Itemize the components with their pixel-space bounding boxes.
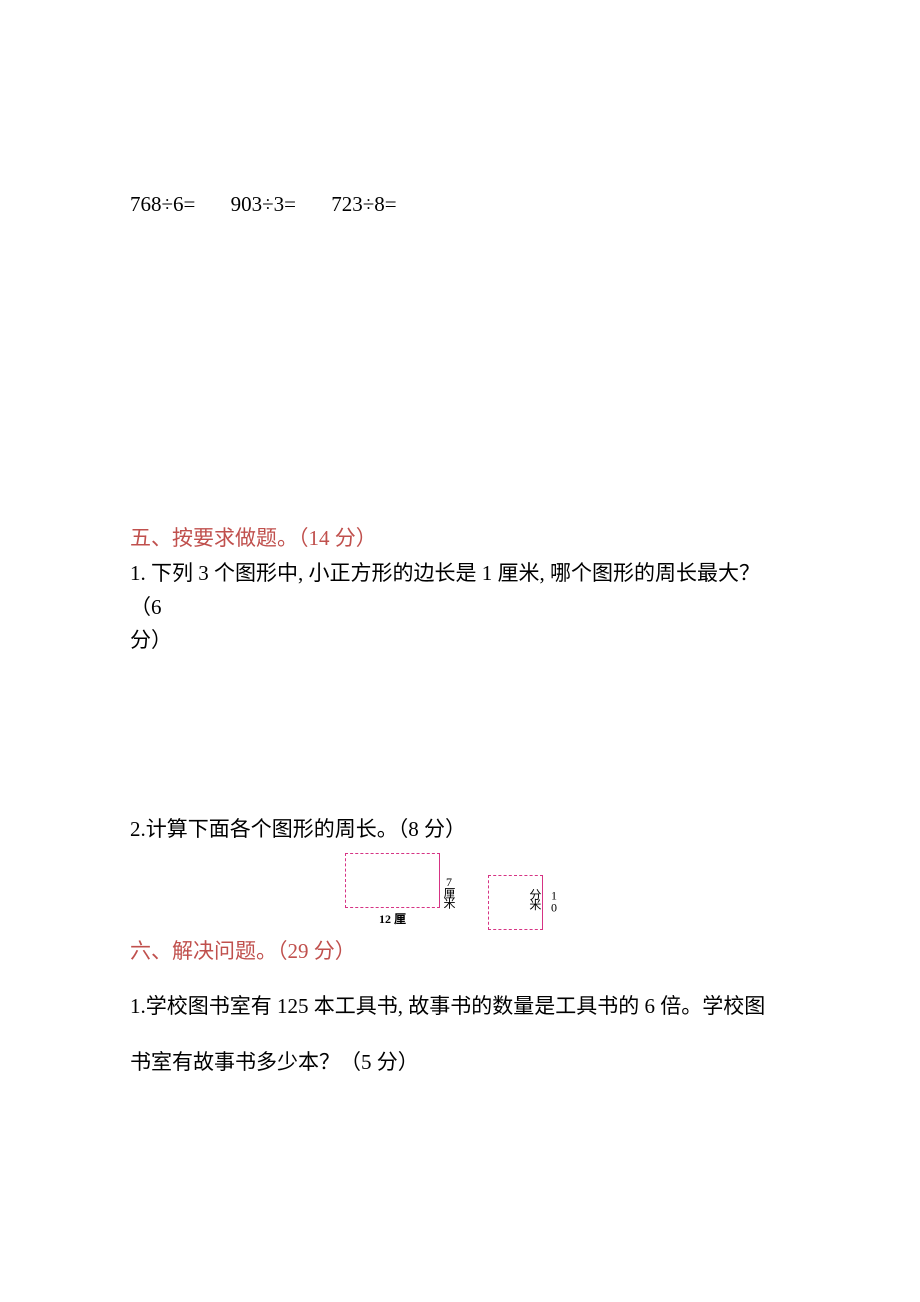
q1-text-line1: 1. 下列 3 个图形中, 小正方形的边长是 1 厘米, 哪个图形的周长最大？（…	[130, 557, 790, 624]
equation-2: 903÷3=	[231, 192, 296, 216]
rectangle-shape	[345, 853, 440, 908]
rectangle-height-label: 7厘米	[439, 875, 458, 907]
section-5-question-1: 1. 下列 3 个图形中, 小正方形的边长是 1 厘米, 哪个图形的周长最大？（…	[130, 557, 790, 658]
rectangle-width-label: 12 厘	[345, 910, 440, 929]
section-5-question-2: 2.计算下面各个图形的周长。（8 分）	[130, 813, 790, 847]
equation-3: 723÷8=	[331, 192, 396, 216]
equation-row: 768÷6= 903÷3= 723÷8=	[130, 188, 790, 222]
rectangle-figure: 7厘米 12 厘	[345, 853, 440, 929]
square-side-label: 10分米	[525, 888, 563, 916]
q1-text-line2: 分）	[130, 624, 790, 658]
section-6-header: 六、解决问题。（29 分）	[130, 935, 790, 969]
figures-row: 7厘米 12 厘 10分米	[345, 855, 790, 930]
section-6-question-1-line1: 1.学校图书室有 125 本工具书, 故事书的数量是工具书的 6 倍。学校图	[130, 990, 790, 1024]
section-5-header: 五、按要求做题。（14 分）	[130, 522, 790, 556]
square-figure: 10分米	[488, 875, 543, 930]
section-6-question-1-line2: 书室有故事书多少本？（5 分）	[130, 1046, 790, 1080]
equation-1: 768÷6=	[130, 192, 195, 216]
